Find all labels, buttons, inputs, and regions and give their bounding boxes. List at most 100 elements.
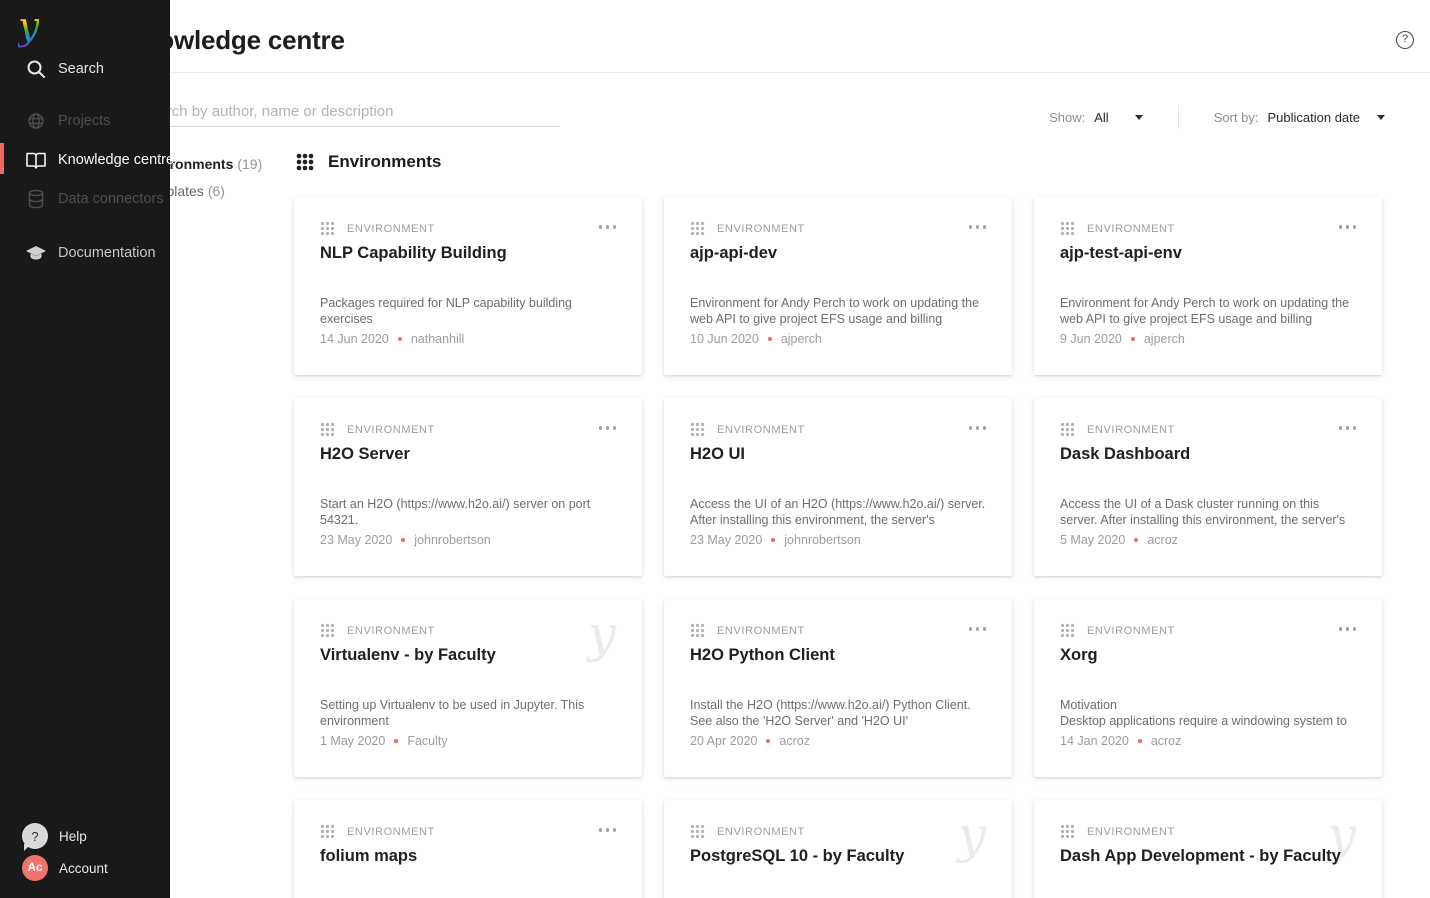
graduation-cap-icon bbox=[25, 244, 47, 262]
sidebar-item-help[interactable]: ? Help bbox=[0, 822, 170, 850]
card-header: ENVIRONMENT bbox=[320, 824, 435, 839]
card-menu-button[interactable] bbox=[1339, 627, 1357, 631]
sidebar-item-knowledge-centre[interactable]: Knowledge centre bbox=[0, 146, 170, 174]
show-dropdown[interactable]: All bbox=[1094, 110, 1142, 125]
menu-dot-icon bbox=[1353, 426, 1357, 430]
environment-card[interactable]: ENVIRONMENT folium maps bbox=[294, 800, 642, 898]
menu-dot-icon bbox=[983, 225, 987, 229]
environment-card[interactable]: ENVIRONMENTyVirtualenv - by FacultySetti… bbox=[294, 599, 642, 777]
environment-card[interactable]: ENVIRONMENTyPostgreSQL 10 - by Faculty bbox=[664, 800, 1012, 898]
chevron-down-icon bbox=[1377, 115, 1385, 120]
dot-separator-icon bbox=[768, 337, 772, 341]
environment-card[interactable]: ENVIRONMENTH2O UIAccess the UI of an H2O… bbox=[664, 398, 1012, 576]
card-header: ENVIRONMENT bbox=[690, 422, 805, 437]
sidebar-item-data-connectors[interactable]: Data connectors bbox=[0, 185, 170, 213]
help-bubble-icon: ? bbox=[22, 823, 48, 849]
card-header: ENVIRONMENT bbox=[320, 623, 435, 638]
card-menu-button[interactable] bbox=[969, 225, 987, 229]
card-description: Setting up Virtualenv to be used in Jupy… bbox=[320, 698, 616, 729]
menu-dot-icon bbox=[1346, 426, 1350, 430]
menu-dot-icon bbox=[976, 225, 980, 229]
sidebar-item-projects[interactable]: Projects bbox=[0, 107, 170, 135]
grid-icon bbox=[690, 221, 705, 236]
card-menu-button[interactable] bbox=[969, 426, 987, 430]
environment-card[interactable]: ENVIRONMENTH2O Python ClientInstall the … bbox=[664, 599, 1012, 777]
sidebar-item-account[interactable]: Ac Account bbox=[0, 854, 170, 882]
menu-dot-icon bbox=[969, 225, 973, 229]
menu-dot-icon bbox=[599, 828, 603, 832]
card-title: folium maps bbox=[320, 846, 616, 866]
card-type-label: ENVIRONMENT bbox=[347, 424, 435, 436]
card-author: johnrobertson bbox=[414, 533, 490, 547]
card-type-label: ENVIRONMENT bbox=[717, 826, 805, 838]
card-meta: 10 Jun 2020 ajperch bbox=[690, 332, 822, 346]
dot-separator-icon bbox=[401, 538, 405, 542]
card-menu-button[interactable] bbox=[599, 225, 617, 229]
card-description: Install the H2O (https://www.h2o.ai/) Py… bbox=[690, 698, 986, 729]
menu-dot-icon bbox=[606, 225, 610, 229]
card-header: ENVIRONMENT bbox=[1060, 422, 1175, 437]
card-title: Dash App Development - by Faculty bbox=[1060, 846, 1356, 866]
dot-separator-icon bbox=[1134, 538, 1138, 542]
dot-separator-icon bbox=[1138, 739, 1142, 743]
environment-card[interactable]: ENVIRONMENTajp-api-devEnvironment for An… bbox=[664, 197, 1012, 375]
card-date: 10 Jun 2020 bbox=[690, 332, 759, 346]
environment-card[interactable]: ENVIRONMENTDask DashboardAccess the UI o… bbox=[1034, 398, 1382, 576]
card-menu-button[interactable] bbox=[599, 426, 617, 430]
sidebar-item-search[interactable]: Search bbox=[0, 55, 170, 83]
book-icon bbox=[25, 150, 47, 170]
card-meta: 1 May 2020Faculty bbox=[320, 734, 448, 748]
cards-grid: ENVIRONMENT NLP Capability Building Packag… bbox=[294, 197, 1382, 898]
sort-dropdown[interactable]: Publication date bbox=[1267, 110, 1385, 125]
card-description: Access the UI of an H2O (https://www.h2o… bbox=[690, 497, 986, 528]
dot-separator-icon bbox=[771, 538, 775, 542]
environment-card[interactable]: ENVIRONMENTajp-test-api-envEnvironment f… bbox=[1034, 197, 1382, 375]
faculty-logo[interactable]: y bbox=[18, 6, 39, 48]
database-icon bbox=[25, 189, 47, 209]
card-menu-button[interactable] bbox=[599, 828, 617, 832]
menu-dot-icon bbox=[606, 828, 610, 832]
sidebar-item-label: Account bbox=[59, 861, 108, 876]
menu-dot-icon bbox=[976, 426, 980, 430]
card-menu-button[interactable] bbox=[1339, 225, 1357, 229]
environment-card[interactable]: ENVIRONMENTH2O ServerStart an H2O (https… bbox=[294, 398, 642, 576]
environment-card[interactable]: ENVIRONMENTyDash App Development - by Fa… bbox=[1034, 800, 1382, 898]
card-date: 14 Jan 2020 bbox=[1060, 734, 1129, 748]
card-type-label: ENVIRONMENT bbox=[347, 826, 435, 838]
card-type-label: ENVIRONMENT bbox=[1087, 826, 1175, 838]
menu-dot-icon bbox=[1346, 225, 1350, 229]
menu-dot-icon bbox=[613, 225, 617, 229]
menu-dot-icon bbox=[1353, 627, 1357, 631]
card-title: NLP Capability Building bbox=[320, 243, 616, 263]
card-menu-button[interactable] bbox=[969, 627, 987, 631]
card-title: H2O Server bbox=[320, 444, 616, 464]
search-input[interactable] bbox=[140, 97, 560, 127]
card-header: ENVIRONMENT bbox=[320, 221, 435, 236]
grid-icon bbox=[1060, 221, 1075, 236]
environment-card[interactable]: ENVIRONMENTXorgMotivation Desktop applic… bbox=[1034, 599, 1382, 777]
card-author: ajperch bbox=[781, 332, 822, 346]
grid-icon bbox=[690, 623, 705, 638]
card-title: H2O Python Client bbox=[690, 645, 986, 665]
card-title: Virtualenv - by Faculty bbox=[320, 645, 616, 665]
menu-dot-icon bbox=[1339, 426, 1343, 430]
nav-item-count: (6) bbox=[208, 183, 225, 199]
grid-icon bbox=[1060, 824, 1075, 839]
card-description: Motivation Desktop applications require … bbox=[1060, 698, 1356, 729]
environment-card[interactable]: ENVIRONMENT NLP Capability Building Packag… bbox=[294, 197, 642, 375]
menu-dot-icon bbox=[1339, 225, 1343, 229]
card-header: ENVIRONMENT bbox=[690, 824, 805, 839]
avatar: Ac bbox=[22, 855, 48, 881]
menu-dot-icon bbox=[976, 627, 980, 631]
grid-icon bbox=[320, 221, 335, 236]
card-author: johnrobertson bbox=[784, 533, 860, 547]
chevron-down-icon bbox=[1135, 115, 1143, 120]
card-date: 14 Jun 2020 bbox=[320, 332, 389, 346]
grid-icon bbox=[320, 824, 335, 839]
card-menu-button[interactable] bbox=[1339, 426, 1357, 430]
help-circle-icon[interactable]: ? bbox=[1396, 31, 1414, 49]
sidebar-item-documentation[interactable]: Documentation bbox=[0, 239, 170, 267]
card-type-label: ENVIRONMENT bbox=[347, 625, 435, 637]
card-description: Packages required for NLP capability bui… bbox=[320, 296, 616, 327]
card-title: Dask Dashboard bbox=[1060, 444, 1356, 464]
